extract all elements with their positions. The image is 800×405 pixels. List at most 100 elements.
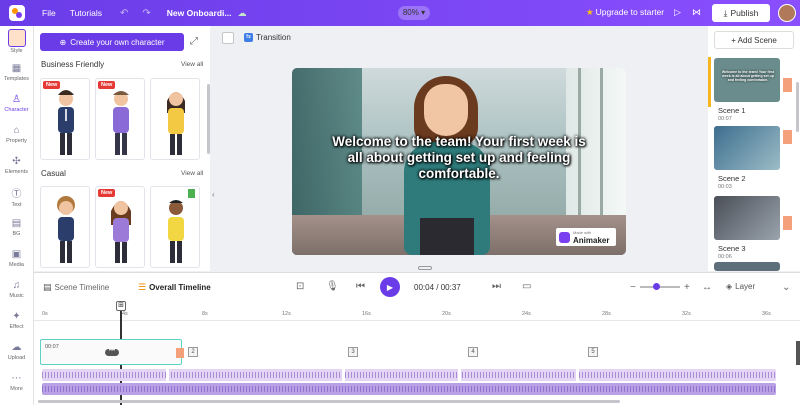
zoom-selector[interactable]: 80% ▾ — [398, 6, 430, 20]
rail-style[interactable]: Style — [0, 26, 33, 57]
character-card[interactable] — [40, 186, 90, 268]
rail-text[interactable]: Ⓣ Text — [0, 181, 33, 212]
clip-transition-marker[interactable] — [176, 348, 184, 358]
chevron-down-icon[interactable]: ⌄ — [782, 282, 790, 293]
panel-scrollbar[interactable] — [207, 84, 210, 154]
tab-overall-timeline[interactable]: ☰ Overall Timeline — [138, 282, 211, 293]
project-title[interactable]: New Onboardi... — [167, 8, 232, 18]
play-button[interactable]: ▶ — [380, 277, 400, 297]
rail-effect[interactable]: ✦ Effect — [0, 305, 33, 336]
view-all-casual[interactable]: View all — [181, 170, 203, 177]
layer-button[interactable]: ◈ Layer — [726, 282, 755, 291]
rail-label: Elements — [5, 169, 28, 175]
scene-clip-1[interactable]: 00:07 ••• — [40, 339, 182, 365]
rail-upload[interactable]: ☁ Upload — [0, 336, 33, 367]
menu-tutorials[interactable]: Tutorials — [70, 8, 102, 18]
star-icon: ★ — [586, 7, 594, 17]
subtitle-icon[interactable]: ▭ — [522, 281, 531, 292]
scene-thumb-caption: Welcome to the team! Your first week is … — [721, 70, 775, 82]
collapse-panel-icon[interactable]: ‹ — [212, 190, 215, 199]
undo-icon[interactable]: ↶ — [120, 8, 128, 19]
scene-thumbnail — [714, 196, 780, 240]
rail-label: Effect — [9, 324, 24, 330]
timeline-ruler[interactable]: 0s 4s 8s 12s 16s 20s 24s 28s 32s 36s — [34, 311, 800, 321]
timeline-scrollbar[interactable] — [38, 400, 620, 403]
zoom-out-icon[interactable]: − — [630, 282, 636, 293]
scene-caption-text[interactable]: Welcome to the team! Your first week is … — [328, 134, 590, 182]
camera-focus-icon[interactable]: ⊡ — [296, 281, 304, 292]
transition-icon: ⇆ — [244, 33, 253, 42]
scene-marker[interactable]: 2 — [188, 347, 198, 357]
active-scene-indicator — [708, 57, 711, 107]
user-avatar[interactable] — [778, 4, 796, 22]
zoom-in-icon[interactable]: + — [684, 282, 690, 293]
publish-button[interactable]: ⤓ Publish — [712, 4, 770, 22]
ruler-tick: 0s — [42, 311, 48, 317]
scenes-scrollbar[interactable] — [796, 82, 799, 132]
upgrade-link[interactable]: ★ Upgrade to starter — [586, 7, 664, 18]
zoom-slider-track[interactable] — [640, 286, 680, 288]
zoom-slider-knob[interactable] — [653, 283, 660, 290]
rail-elements[interactable]: ✣ Elements — [0, 150, 33, 181]
rail-label: More — [10, 386, 23, 392]
rail-more[interactable]: ⋯ More — [0, 367, 33, 398]
cloud-saved-icon: ☁ — [237, 7, 247, 18]
create-character-button[interactable]: ⊕ Create your own character — [40, 33, 184, 51]
redo-icon[interactable]: ↷ — [142, 8, 150, 19]
character-card[interactable]: New — [95, 78, 145, 160]
audio-track-2[interactable] — [42, 383, 776, 395]
rail-property[interactable]: ⌂ Property — [0, 119, 33, 150]
resize-handle[interactable] — [418, 266, 432, 270]
scene-marker[interactable]: 4 — [468, 347, 478, 357]
menu-file[interactable]: File — [42, 8, 56, 18]
scene-canvas[interactable]: Welcome to the team! Your first week is … — [292, 68, 626, 255]
tab-scene-timeline[interactable]: ▤ Scene Timeline — [43, 282, 109, 293]
rail-bg[interactable]: ▤ BG — [0, 212, 33, 243]
rail-character[interactable]: ♙ Character — [0, 88, 33, 119]
time-display: 00:04 / 00:37 — [414, 283, 461, 292]
play-icon: ▶ — [386, 282, 394, 292]
character-card[interactable] — [150, 186, 200, 268]
bookmark-icon[interactable] — [188, 189, 195, 198]
scene-transition-marker — [783, 130, 792, 144]
character-card[interactable]: New — [95, 186, 145, 268]
ruler-tick: 4s — [122, 311, 128, 317]
property-icon: ⌂ — [13, 125, 20, 136]
audio-waveform — [42, 372, 776, 378]
templates-icon: ▦ — [11, 63, 22, 74]
ruler-tick: 8s — [202, 311, 208, 317]
clip-options-icon[interactable]: ••• — [105, 348, 119, 356]
add-scene-button[interactable]: + Add Scene — [714, 31, 794, 49]
rail-media[interactable]: ▣ Media — [0, 243, 33, 274]
app-logo[interactable] — [0, 0, 34, 26]
layer-label: Layer — [735, 282, 756, 291]
rail-templates[interactable]: ▦ Templates — [0, 57, 33, 88]
select-checkbox[interactable] — [222, 32, 234, 44]
playhead-handle[interactable]: ⊞ — [116, 301, 126, 311]
audio-track-1[interactable] — [42, 369, 776, 381]
scene-thumbnail — [714, 126, 780, 170]
character-man-curly — [57, 196, 75, 263]
character-icon: ♙ — [12, 94, 21, 105]
microphone-icon[interactable]: 🎙 — [326, 281, 339, 292]
create-character-label: Create your own character — [70, 37, 165, 47]
expand-icon[interactable]: ⤢ — [190, 36, 198, 47]
character-card[interactable] — [150, 78, 200, 160]
fit-width-icon[interactable]: ↔ — [702, 282, 712, 293]
skip-forward-icon[interactable]: ⏭ — [492, 281, 501, 292]
scene-marker[interactable]: 3 — [348, 347, 358, 357]
scene-label: Scene 3 — [718, 244, 746, 253]
elements-icon: ✣ — [12, 156, 21, 167]
character-card[interactable]: New — [40, 78, 90, 160]
scene-marker[interactable]: 5 — [588, 347, 598, 357]
audio-split — [576, 369, 579, 381]
share-icon[interactable]: ⋈ — [692, 7, 701, 18]
skip-back-icon[interactable]: ⏮ — [356, 281, 365, 292]
view-all-business[interactable]: View all — [181, 61, 203, 68]
preview-icon[interactable]: ▷ — [674, 7, 681, 18]
rail-music[interactable]: ♫ Music — [0, 274, 33, 305]
transition-button[interactable]: ⇆ Transition — [244, 33, 291, 42]
track-end-handle[interactable] — [796, 341, 800, 365]
overall-timeline-icon: ☰ — [138, 282, 147, 292]
rail-label: Character — [4, 107, 29, 113]
